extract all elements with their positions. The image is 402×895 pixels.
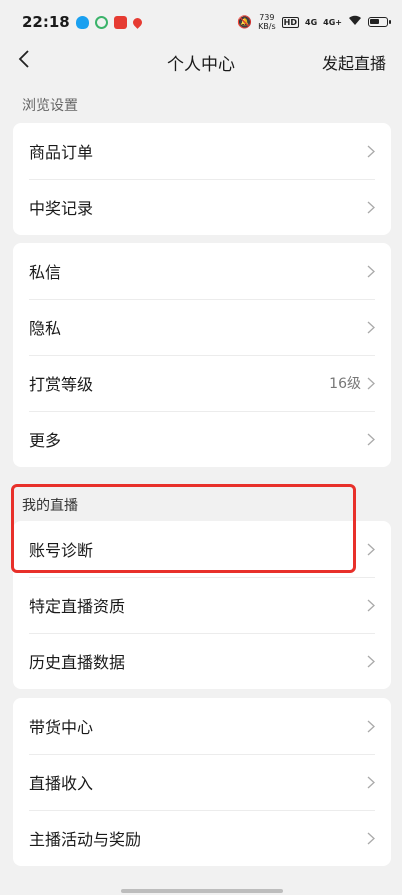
menu-item-product-orders[interactable]: 商品订单 xyxy=(13,123,391,179)
wifi-icon xyxy=(348,15,362,29)
section-label-my-live: 我的直播 xyxy=(22,498,78,514)
network-speed-value: 739 xyxy=(259,13,275,22)
battery-icon xyxy=(368,17,391,27)
app-notification-icon xyxy=(94,15,108,29)
status-left: 22:18 xyxy=(22,13,144,31)
chevron-right-icon xyxy=(367,599,375,612)
mute-icon: 🔕 xyxy=(237,15,253,29)
location-notification-icon xyxy=(130,15,144,29)
tipping-level-value: 16级 xyxy=(329,376,361,392)
status-bar: 22:18 🔕 739 KB/s HD 4G 4G+ xyxy=(0,0,402,44)
red-app-notification-icon xyxy=(113,15,127,29)
menu-item-label: 带货中心 xyxy=(29,718,94,737)
chevron-right-icon xyxy=(367,145,375,158)
menu-item-label: 更多 xyxy=(29,431,62,450)
signal-4g: 4G xyxy=(305,17,318,27)
hd-badge: HD xyxy=(281,16,300,28)
network-speed: 739 KB/s xyxy=(258,13,276,31)
chevron-right-icon xyxy=(367,265,375,278)
chevron-right-icon xyxy=(367,776,375,789)
back-button[interactable] xyxy=(10,46,38,76)
chevron-right-icon xyxy=(367,543,375,556)
nav-bar: 个人中心 发起直播 xyxy=(0,44,402,80)
menu-item-label: 主播活动与奖励 xyxy=(29,830,142,849)
menu-item-history-live-data[interactable]: 历史直播数据 xyxy=(13,633,391,689)
menu-item-label: 直播收入 xyxy=(29,774,94,793)
chevron-right-icon xyxy=(367,832,375,845)
start-live-button[interactable]: 发起直播 xyxy=(322,50,386,74)
menu-item-account-diagnosis[interactable]: 账号诊断 xyxy=(13,521,391,577)
chevron-right-icon xyxy=(367,433,375,446)
network-speed-unit: KB/s xyxy=(258,22,276,31)
menu-item-tipping-level[interactable]: 打赏等级 16级 xyxy=(13,355,391,411)
menu-item-label: 私信 xyxy=(29,263,62,282)
status-right: 🔕 739 KB/s HD 4G 4G+ xyxy=(237,13,391,31)
signal-4g-plus: 4G+ xyxy=(323,17,342,27)
menu-item-label: 账号诊断 xyxy=(29,541,94,560)
card-group-2: 私信 隐私 打赏等级 16级 更多 xyxy=(13,243,391,467)
page-title: 个人中心 xyxy=(167,54,235,75)
menu-item-private-messages[interactable]: 私信 xyxy=(13,243,391,299)
menu-item-prize-records[interactable]: 中奖记录 xyxy=(13,179,391,235)
chevron-right-icon xyxy=(367,655,375,668)
menu-item-privacy[interactable]: 隐私 xyxy=(13,299,391,355)
section-label-browse-settings: 浏览设置 xyxy=(22,98,78,114)
menu-item-label: 打赏等级 xyxy=(29,375,94,394)
menu-item-label: 隐私 xyxy=(29,319,62,338)
card-group-3: 账号诊断 特定直播资质 历史直播数据 xyxy=(13,521,391,689)
card-group-4: 带货中心 直播收入 主播活动与奖励 xyxy=(13,698,391,866)
card-group-1: 商品订单 中奖记录 xyxy=(13,123,391,235)
chevron-right-icon xyxy=(367,201,375,214)
chevron-right-icon xyxy=(367,720,375,733)
chevron-left-icon xyxy=(17,50,31,72)
menu-item-more[interactable]: 更多 xyxy=(13,411,391,467)
menu-item-commerce-center[interactable]: 带货中心 xyxy=(13,698,391,754)
menu-item-specific-live-qualification[interactable]: 特定直播资质 xyxy=(13,577,391,633)
menu-item-label: 商品订单 xyxy=(29,143,94,162)
status-time: 22:18 xyxy=(22,13,70,31)
menu-item-live-income[interactable]: 直播收入 xyxy=(13,754,391,810)
home-indicator xyxy=(121,889,283,893)
chevron-right-icon xyxy=(367,377,375,390)
menu-item-label: 特定直播资质 xyxy=(29,597,126,616)
menu-item-label: 历史直播数据 xyxy=(29,653,126,672)
menu-item-host-activities-rewards[interactable]: 主播活动与奖励 xyxy=(13,810,391,866)
menu-item-label: 中奖记录 xyxy=(29,199,94,218)
qq-notification-icon xyxy=(75,15,89,29)
chevron-right-icon xyxy=(367,321,375,334)
